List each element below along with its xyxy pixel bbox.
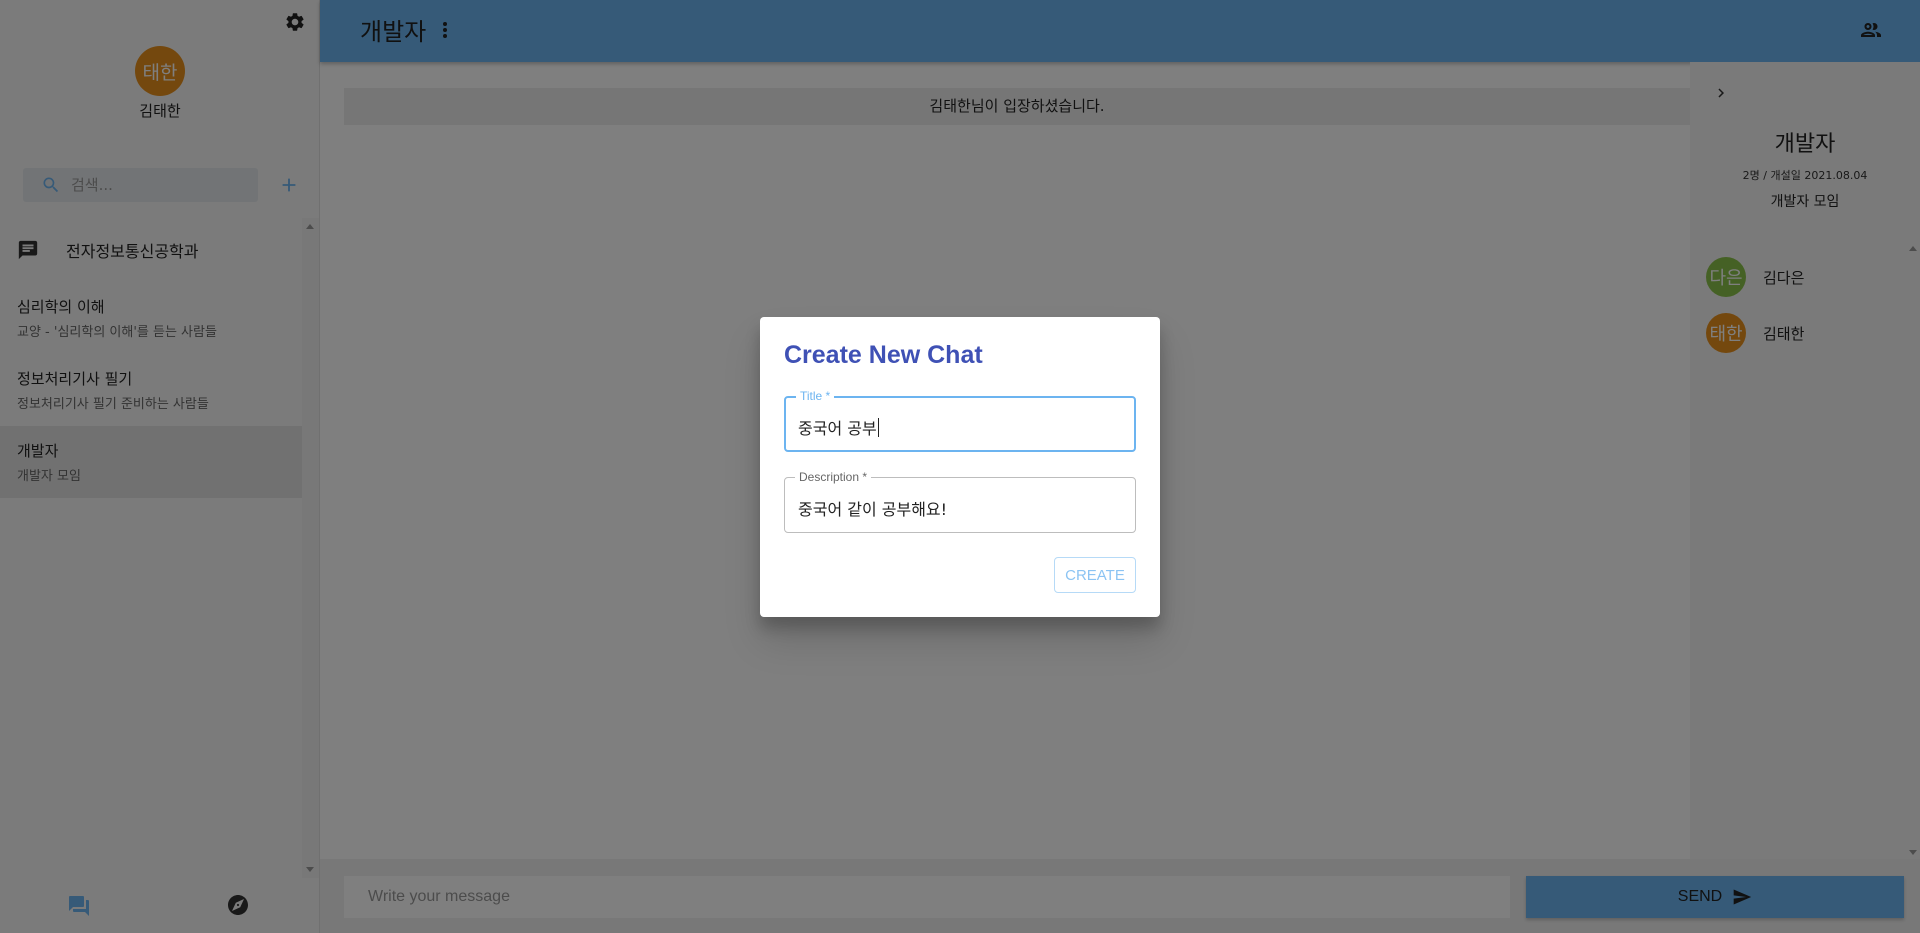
text-cursor	[877, 418, 879, 437]
description-input[interactable]: 중국어 같이 공부해요!	[798, 496, 947, 520]
title-input[interactable]: 중국어 공부	[798, 419, 877, 438]
dialog-title: Create New Chat	[784, 341, 983, 369]
description-field-label: Description *	[795, 470, 872, 484]
create-button[interactable]: CREATE	[1054, 557, 1136, 593]
create-chat-dialog: Create New Chat Title * 중국어 공부 Descripti…	[760, 317, 1160, 617]
description-field[interactable]: Description * 중국어 같이 공부해요!	[784, 470, 1136, 533]
title-field-label: Title *	[796, 389, 835, 403]
title-field[interactable]: Title * 중국어 공부	[784, 389, 1136, 452]
